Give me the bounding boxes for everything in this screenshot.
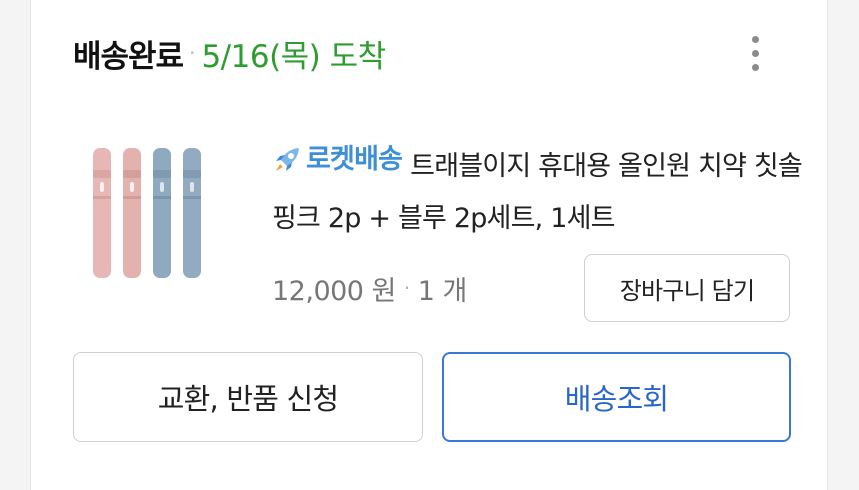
toothbrush-product-image xyxy=(93,148,201,278)
track-delivery-button[interactable]: 배송조회 xyxy=(442,352,791,442)
order-card: 배송완료 · 5/16(목) 도착 로켓배송 트래블이지 휴대용 올인원 치약 … xyxy=(30,0,828,490)
product-title-block[interactable]: 로켓배송 트래블이지 휴대용 올인원 치약 칫솔 핑크 2p + 블루 2p세트… xyxy=(272,134,812,245)
rocket-delivery-label: 로켓배송 xyxy=(306,144,403,175)
product-image[interactable] xyxy=(75,130,215,290)
more-vertical-icon-dot xyxy=(751,35,759,43)
delivery-status: 배송완료 xyxy=(73,38,184,75)
more-vertical-icon-dot xyxy=(751,63,759,71)
header-separator: · xyxy=(189,41,196,65)
price-quantity: 12,000 원 · 1 개 xyxy=(272,266,467,310)
product-price: 12,000 원 xyxy=(272,275,396,307)
more-vertical-icon-dot xyxy=(751,49,759,57)
product-quantity: 1 개 xyxy=(417,275,468,307)
exchange-return-button[interactable]: 교환, 반품 신청 xyxy=(73,352,423,442)
rocket-icon xyxy=(276,148,299,171)
more-options-button[interactable] xyxy=(737,30,773,76)
arrival-date: 5/16(목) 도착 xyxy=(201,38,386,75)
price-separator: · xyxy=(403,276,410,300)
order-header: 배송완료 · 5/16(목) 도착 xyxy=(73,30,386,76)
rocket-delivery-badge: 로켓배송 xyxy=(272,134,403,186)
add-to-cart-button[interactable]: 장바구니 담기 xyxy=(584,254,790,322)
